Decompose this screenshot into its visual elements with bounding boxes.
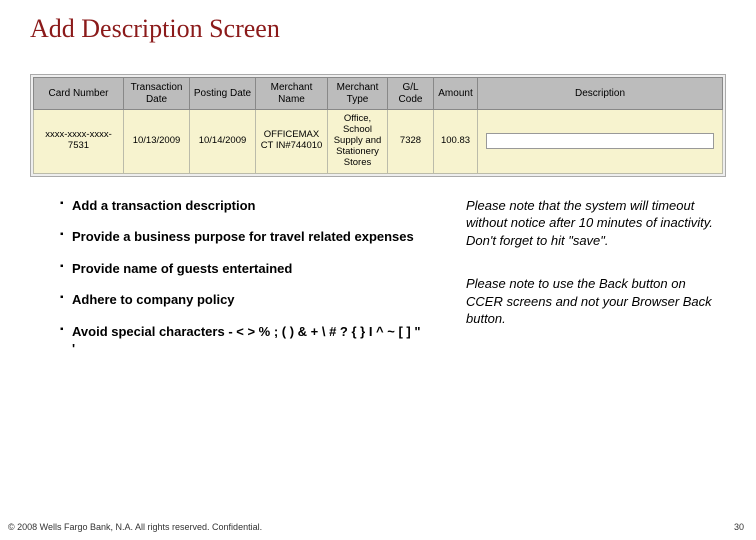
description-input[interactable]: [486, 133, 714, 149]
list-item: Adhere to company policy: [60, 291, 426, 309]
content-columns: Add a transaction description Provide a …: [60, 197, 726, 372]
col-header-card: Card Number: [34, 78, 124, 110]
col-header-amount: Amount: [434, 78, 478, 110]
cell-card-number: xxxx-xxxx-xxxx-7531: [34, 110, 124, 174]
cell-posting-date: 10/14/2009: [190, 110, 256, 174]
col-header-description: Description: [478, 78, 723, 110]
copyright-text: © 2008 Wells Fargo Bank, N.A. All rights…: [8, 522, 262, 532]
col-header-merchant-type: Merchant Type: [328, 78, 388, 110]
table-row: xxxx-xxxx-xxxx-7531 10/13/2009 10/14/200…: [34, 110, 723, 174]
page-number: 30: [734, 522, 744, 532]
back-button-note: Please note to use the Back button on CC…: [466, 275, 726, 328]
list-item: Add a transaction description: [60, 197, 426, 215]
cell-merchant-type: Office, School Supply and Stationery Sto…: [328, 110, 388, 174]
cell-amount: 100.83: [434, 110, 478, 174]
slide-footer: © 2008 Wells Fargo Bank, N.A. All rights…: [8, 522, 744, 532]
col-header-gl-code: G/L Code: [388, 78, 434, 110]
cell-gl-code: 7328: [388, 110, 434, 174]
col-header-merchant-name: Merchant Name: [256, 78, 328, 110]
transaction-table: Card Number Transaction Date Posting Dat…: [33, 77, 723, 174]
instructions-column: Add a transaction description Provide a …: [60, 197, 426, 372]
cell-transaction-date: 10/13/2009: [124, 110, 190, 174]
page-title: Add Description Screen: [0, 0, 756, 44]
list-item: Provide name of guests entertained: [60, 260, 426, 278]
transaction-table-container: Card Number Transaction Date Posting Dat…: [30, 74, 726, 177]
list-item: Avoid special characters - < > % ; ( ) &…: [60, 323, 426, 358]
cell-merchant-name: OFFICEMAX CT IN#744010: [256, 110, 328, 174]
cell-description: [478, 110, 723, 174]
timeout-note: Please note that the system will timeout…: [466, 197, 726, 250]
col-header-transaction-date: Transaction Date: [124, 78, 190, 110]
notes-column: Please note that the system will timeout…: [466, 197, 726, 372]
list-item: Provide a business purpose for travel re…: [60, 228, 426, 246]
instruction-list: Add a transaction description Provide a …: [60, 197, 426, 358]
col-header-posting-date: Posting Date: [190, 78, 256, 110]
